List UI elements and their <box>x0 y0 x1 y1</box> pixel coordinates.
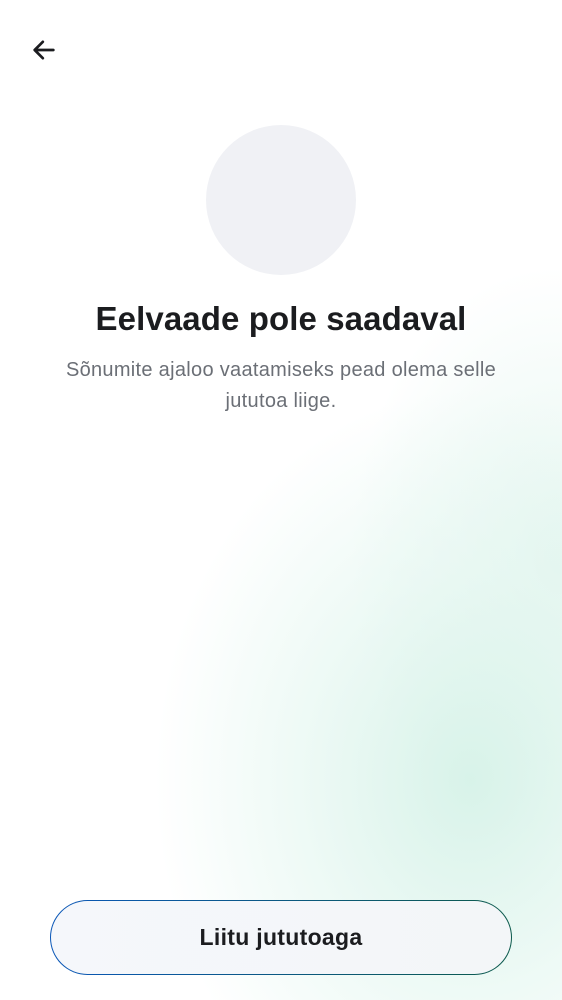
preview-unavailable-message: Sõnumite ajaloo vaatamiseks pead olema s… <box>65 359 497 412</box>
room-avatar-placeholder <box>206 125 356 275</box>
join-room-button[interactable]: Liitu jututoaga <box>50 900 512 975</box>
preview-unavailable-title: Eelvaade pole saadaval <box>95 300 467 337</box>
back-button[interactable] <box>22 30 66 70</box>
arrow-left-icon <box>33 40 55 60</box>
